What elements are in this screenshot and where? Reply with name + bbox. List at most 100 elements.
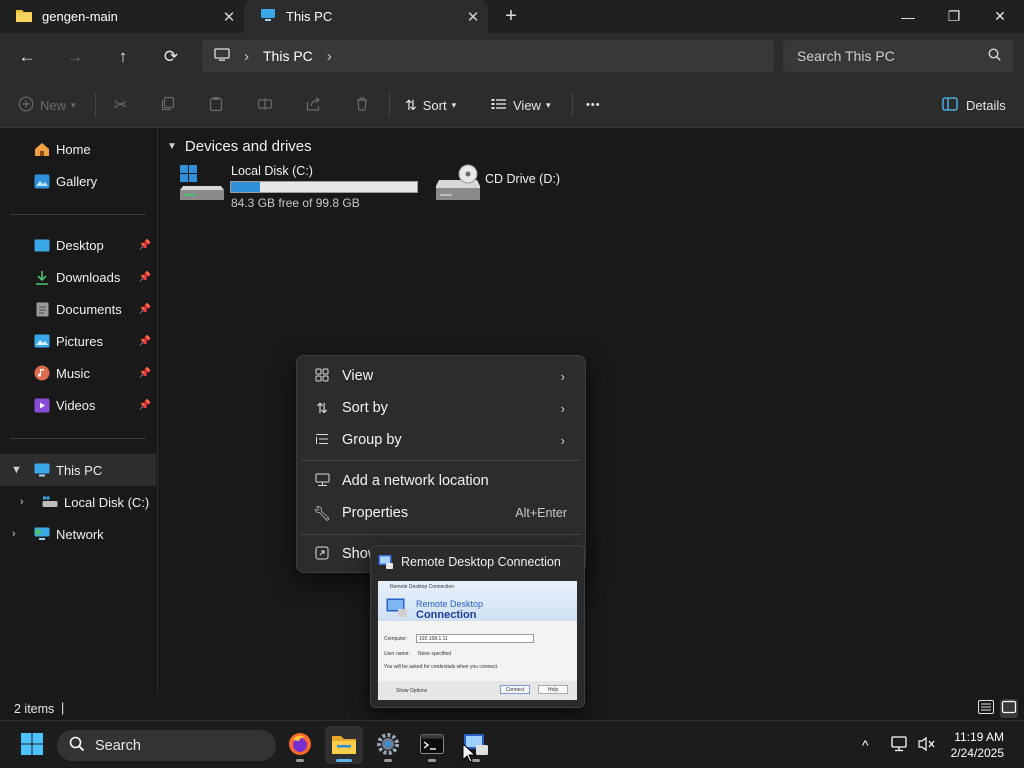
pin-icon[interactable]: 📌 (139, 400, 151, 411)
drive-name: Local Disk (C:) (231, 164, 313, 178)
sidebar-item-music[interactable]: Music 📌 (0, 357, 156, 389)
drive-tile-cd-drive[interactable]: CD Drive (D:) (433, 162, 633, 212)
new-tab-button[interactable]: + (498, 4, 524, 28)
sort-button[interactable]: ⇅ Sort ▾ (405, 93, 456, 117)
address-bar[interactable]: › This PC › (202, 40, 774, 72)
taskbar-thumbnail-preview[interactable]: Remote Desktop Connection Remote Desktop… (370, 545, 585, 708)
menu-item-sort-by[interactable]: ⇅ Sort by › (301, 393, 581, 423)
breadcrumb-chevron[interactable]: › (327, 48, 332, 65)
copy-button[interactable] (160, 93, 176, 117)
drive-tile-local-disk[interactable]: Local Disk (C:) 84.3 GB free of 99.8 GB (177, 162, 422, 212)
sidebar-divider (10, 214, 146, 215)
divider (95, 93, 96, 117)
taskbar-app-settings[interactable] (369, 726, 407, 764)
pin-icon[interactable]: 📌 (139, 368, 151, 379)
pin-icon[interactable]: 📌 (139, 272, 151, 283)
cut-button[interactable]: ✂ (114, 93, 127, 117)
status-separator: | (61, 701, 65, 715)
details-view-icon[interactable] (978, 700, 994, 717)
chevron-down-icon[interactable]: ▼ (11, 464, 22, 476)
gallery-icon (34, 173, 50, 189)
close-window-button[interactable]: ✕ (977, 0, 1023, 33)
thumbnail-computer-value: 192.168.1.11 (419, 636, 448, 642)
taskbar-app-terminal[interactable] (413, 726, 451, 764)
menu-item-add-network-location[interactable]: Add a network location (301, 466, 581, 496)
drive-free-space: 84.3 GB free of 99.8 GB (231, 196, 360, 210)
sidebar-item-label: Videos (56, 397, 96, 413)
details-button[interactable]: Details (942, 93, 1006, 117)
preview-thumbnail[interactable]: Remote Desktop Connection Remote Desktop… (378, 581, 577, 700)
new-button[interactable]: New ▾ (18, 93, 76, 117)
capacity-bar (230, 181, 418, 193)
taskbar-app-firefox[interactable] (281, 726, 319, 764)
network-status-icon[interactable] (891, 736, 909, 755)
menu-divider (301, 534, 581, 535)
group-icon (313, 432, 331, 448)
paste-button[interactable] (208, 93, 224, 117)
chevron-right-icon[interactable]: › (20, 496, 24, 508)
pin-icon[interactable]: 📌 (139, 336, 151, 347)
sidebar-item-label: Documents (56, 301, 122, 317)
menu-item-properties[interactable]: 🔧︎ Properties Alt+Enter (301, 498, 581, 528)
share-button[interactable] (305, 93, 321, 117)
minimize-button[interactable]: — (885, 0, 931, 33)
tab-close-icon[interactable]: ✕ (458, 8, 488, 26)
sidebar-item-pictures[interactable]: Pictures 📌 (0, 325, 156, 357)
sidebar-item-home[interactable]: Home (0, 133, 156, 165)
menu-item-label: Properties (342, 505, 409, 521)
show-hidden-icons-button[interactable]: ^ (862, 737, 869, 753)
taskbar-search[interactable]: Search (57, 730, 276, 761)
pin-icon[interactable]: 📌 (139, 240, 151, 251)
search-box[interactable]: Search This PC (783, 40, 1013, 72)
refresh-button[interactable]: ⟳ (155, 42, 187, 72)
thumbnail-show-options: Show Options (396, 688, 428, 694)
menu-item-group-by[interactable]: Group by › (301, 425, 581, 455)
tab-close-icon[interactable]: ✕ (214, 8, 244, 26)
tab-this-pc[interactable]: This PC ✕ (244, 0, 488, 33)
pin-icon[interactable]: 📌 (139, 304, 151, 315)
more-options-button[interactable]: ••• (586, 93, 601, 117)
new-label: New (40, 97, 67, 113)
tab-label: This PC (286, 9, 333, 24)
clock[interactable]: 11:19 AM 2/24/2025 (951, 729, 1004, 761)
rename-button[interactable] (257, 93, 273, 117)
chevron-down-icon: ▾ (451, 99, 457, 110)
remote-desktop-icon (378, 554, 394, 573)
group-header-devices[interactable]: ▼ Devices and drives (167, 138, 312, 155)
chevron-right-icon[interactable]: › (12, 528, 16, 540)
back-button[interactable]: ← (11, 42, 43, 72)
start-button[interactable] (13, 726, 51, 764)
sidebar-item-network[interactable]: › Network (0, 518, 156, 550)
trash-icon (354, 96, 370, 115)
sidebar-item-this-pc[interactable]: ▼ This PC (0, 454, 156, 486)
forward-button[interactable]: → (59, 42, 91, 72)
tab-gengen-main[interactable]: gengen-main ✕ (0, 0, 244, 33)
sidebar-item-downloads[interactable]: Downloads 📌 (0, 261, 156, 293)
view-button[interactable]: View ▾ (491, 93, 550, 117)
delete-button[interactable] (354, 93, 370, 117)
up-button[interactable]: ↑ (107, 42, 139, 72)
downloads-icon (34, 269, 50, 285)
desktop-icon (34, 237, 50, 253)
thumbnail-user-label: User name: (384, 651, 410, 657)
maximize-button[interactable]: ❐ (931, 0, 977, 33)
thumbnail-user-value: None specified (418, 651, 452, 657)
thumbnail-heading-line2: Connection (416, 609, 477, 621)
view-label: View (513, 97, 541, 113)
details-label: Details (966, 97, 1006, 113)
search-input[interactable]: Search This PC (797, 48, 988, 64)
breadcrumb-this-pc[interactable]: This PC (263, 48, 313, 64)
this-pc-icon (260, 8, 276, 25)
sidebar-item-documents[interactable]: Documents 📌 (0, 293, 156, 325)
home-icon (34, 141, 50, 157)
menu-item-view[interactable]: View › (301, 361, 581, 391)
taskbar-app-file-explorer[interactable] (325, 726, 363, 764)
sidebar-item-label: Network (56, 526, 104, 542)
videos-icon (34, 397, 50, 413)
sidebar-item-gallery[interactable]: Gallery (0, 165, 156, 197)
volume-muted-icon[interactable] (918, 736, 936, 755)
sidebar-item-desktop[interactable]: Desktop 📌 (0, 229, 156, 261)
tiles-view-icon[interactable] (1000, 699, 1018, 718)
sidebar-item-videos[interactable]: Videos 📌 (0, 389, 156, 421)
sidebar-item-local-disk[interactable]: › Local Disk (C:) (0, 486, 156, 518)
